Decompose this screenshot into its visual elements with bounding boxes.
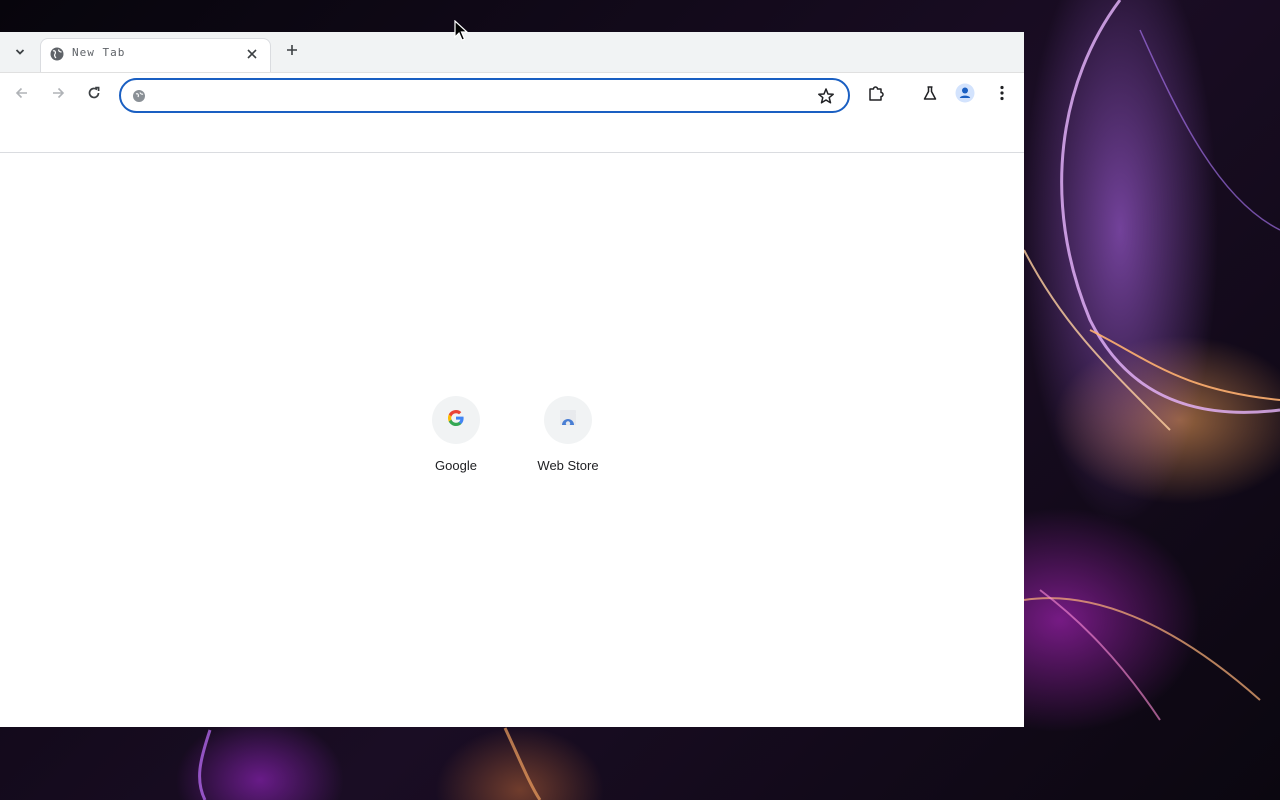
- arrow-right-icon: [50, 85, 66, 106]
- address-bar[interactable]: [119, 78, 850, 113]
- profile-button[interactable]: [953, 83, 977, 107]
- bookmarks-bar: [0, 117, 1024, 153]
- toolbar: [0, 72, 1024, 118]
- tab-strip: New Tab: [0, 32, 1024, 72]
- chevron-down-icon[interactable]: [8, 40, 32, 64]
- reload-icon: [86, 85, 102, 106]
- site-info-icon[interactable]: [131, 88, 147, 104]
- shortcut-icon-container: [544, 396, 592, 444]
- web-store-icon: [557, 407, 579, 434]
- arrow-left-icon: [14, 85, 30, 106]
- flask-icon: [922, 85, 938, 106]
- plus-icon: [286, 43, 298, 61]
- forward-button[interactable]: [46, 83, 70, 107]
- back-button[interactable]: [10, 83, 34, 107]
- person-icon: [955, 83, 975, 108]
- browser-window: New Tab Google Web Store: [0, 32, 1024, 727]
- star-icon[interactable]: [816, 86, 836, 106]
- kebab-menu-icon: [999, 85, 1005, 106]
- reload-button[interactable]: [82, 83, 106, 107]
- puzzle-icon: [867, 84, 885, 107]
- tab-title: New Tab: [72, 46, 126, 59]
- address-input[interactable]: [155, 85, 809, 109]
- shortcut-icon-container: [432, 396, 480, 444]
- tab-new-tab[interactable]: New Tab: [40, 38, 271, 72]
- shortcut-label: Google: [435, 458, 477, 473]
- google-g-icon: [446, 408, 466, 433]
- shortcut-web-store[interactable]: Web Store: [512, 396, 624, 486]
- extensions-button[interactable]: [864, 83, 888, 107]
- mouse-cursor-icon: [454, 20, 468, 41]
- globe-icon: [49, 46, 65, 62]
- new-tab-button[interactable]: [280, 40, 304, 64]
- menu-button[interactable]: [990, 83, 1014, 107]
- labs-button[interactable]: [918, 83, 942, 107]
- new-tab-page: Google Web Store: [0, 153, 1024, 727]
- shortcut-label: Web Store: [537, 458, 599, 473]
- shortcut-google[interactable]: Google: [400, 396, 512, 486]
- close-icon[interactable]: [242, 44, 262, 64]
